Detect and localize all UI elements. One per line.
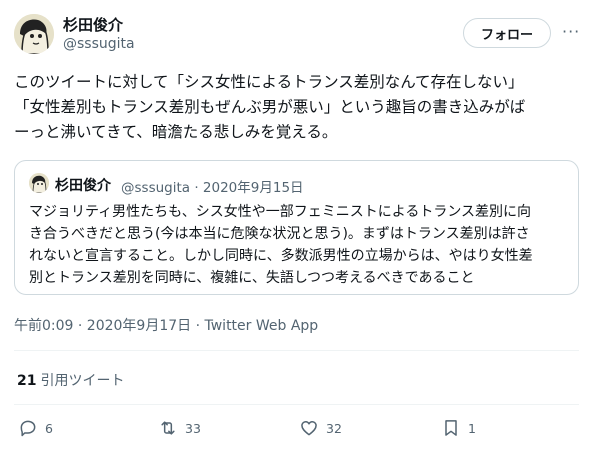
quote-tweets-label: 引用ツイート [40, 373, 125, 389]
tweet-text: このツイートに対して「シス女性によるトランス差別なんて存在しない」 「女性差別も… [14, 73, 526, 141]
tweet-timestamp[interactable]: 午前0:09 · 2020年9月17日 · Twitter Web App [14, 315, 318, 335]
reply-count: 6 [45, 420, 53, 436]
quoted-avatar-illustration [29, 173, 49, 193]
more-options-icon[interactable]: ··· [562, 22, 580, 41]
bookmark-button[interactable]: 1 [441, 418, 476, 438]
reply-button[interactable]: 6 [18, 418, 53, 438]
follow-button[interactable]: フォロー [463, 18, 551, 48]
quote-tweets-link[interactable]: 21 引用ツイート [17, 370, 124, 390]
like-button[interactable]: 32 [299, 418, 342, 438]
quoted-author-name: 杉田俊介 [55, 178, 111, 194]
author-handle[interactable]: @sssugita [63, 36, 135, 52]
divider [14, 404, 579, 405]
retweet-icon [161, 421, 175, 435]
retweet-count: 33 [185, 420, 201, 436]
quote-tweets-count: 21 [17, 373, 37, 389]
quoted-meta: @sssugita · 2020年9月15日 [121, 180, 304, 196]
heart-icon [301, 421, 317, 436]
bookmark-icon [445, 420, 457, 436]
reply-icon [20, 420, 36, 437]
quoted-text: マジョリティ男性たちも、シス女性や一部フェミニストによるトランス差別に向 き合う… [29, 204, 533, 286]
action-bar: 6 33 32 1 [0, 418, 590, 446]
quoted-avatar [29, 173, 49, 193]
retweet-button[interactable]: 33 [158, 418, 201, 438]
author-name[interactable]: 杉田俊介 [63, 14, 123, 35]
avatar-illustration [14, 14, 54, 54]
like-count: 32 [326, 420, 342, 436]
quoted-tweet[interactable]: 杉田俊介 @sssugita · 2020年9月15日 マジョリティ男性たちも、… [14, 160, 579, 295]
bookmark-count: 1 [468, 420, 476, 436]
avatar[interactable] [14, 14, 54, 54]
divider [14, 350, 579, 351]
